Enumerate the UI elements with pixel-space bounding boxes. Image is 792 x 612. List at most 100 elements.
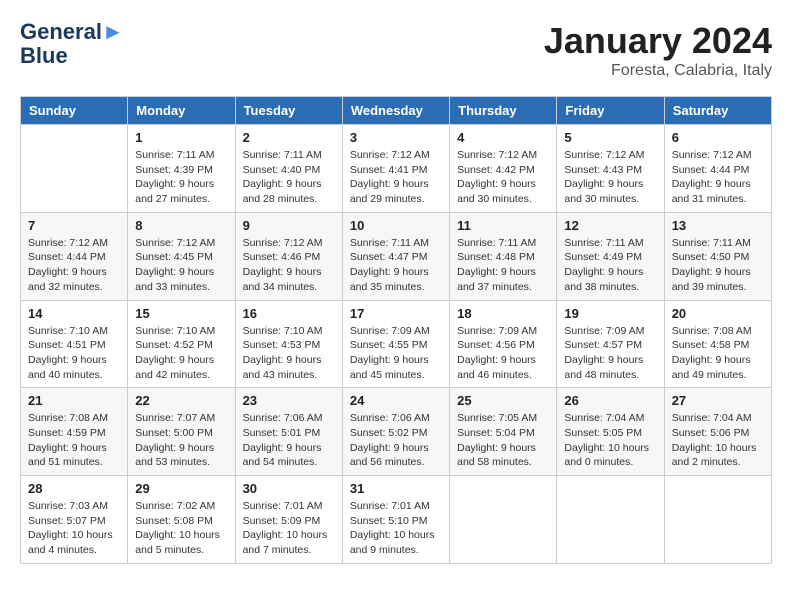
calendar-cell: 16 Sunrise: 7:10 AMSunset: 4:53 PMDayligh… [235,300,342,388]
calendar-cell: 30 Sunrise: 7:01 AMSunset: 5:09 PMDayligh… [235,476,342,564]
day-info: Sunrise: 7:11 AMSunset: 4:48 PMDaylight:… [457,236,549,295]
day-number: 3 [350,130,442,145]
calendar-week-row: 28 Sunrise: 7:03 AMSunset: 5:07 PMDayligh… [21,476,772,564]
day-info: Sunrise: 7:12 AMSunset: 4:41 PMDaylight:… [350,148,442,207]
day-info: Sunrise: 7:10 AMSunset: 4:52 PMDaylight:… [135,324,227,383]
day-info: Sunrise: 7:12 AMSunset: 4:46 PMDaylight:… [243,236,335,295]
logo-text: General►Blue [20,20,124,68]
day-info: Sunrise: 7:11 AMSunset: 4:40 PMDaylight:… [243,148,335,207]
day-number: 14 [28,306,120,321]
day-info: Sunrise: 7:08 AMSunset: 4:58 PMDaylight:… [672,324,764,383]
calendar-cell: 23Sunrise: 7:06 AMSunset: 5:01 PMDayligh… [235,388,342,476]
calendar-subtitle: Foresta, Calabria, Italy [544,62,772,80]
calendar-cell: 18 Sunrise: 7:09 AMSunset: 4:56 PMDayligh… [450,300,557,388]
day-number: 27 [672,393,764,408]
calendar-cell: 21Sunrise: 7:08 AMSunset: 4:59 PMDayligh… [21,388,128,476]
day-info: Sunrise: 7:06 AMSunset: 5:01 PMDaylight:… [243,411,335,470]
calendar-cell: 19 Sunrise: 7:09 AMSunset: 4:57 PMDayligh… [557,300,664,388]
calendar-cell: 3 Sunrise: 7:12 AMSunset: 4:41 PMDaylight… [342,125,449,213]
day-info: Sunrise: 7:12 AMSunset: 4:44 PMDaylight:… [672,148,764,207]
day-info: Sunrise: 7:11 AMSunset: 4:47 PMDaylight:… [350,236,442,295]
weekday-header: Saturday [664,97,771,125]
day-info: Sunrise: 7:11 AMSunset: 4:39 PMDaylight:… [135,148,227,207]
calendar-week-row: 7Sunrise: 7:12 AMSunset: 4:44 PMDaylight… [21,212,772,300]
day-info: Sunrise: 7:06 AMSunset: 5:02 PMDaylight:… [350,411,442,470]
weekday-row: SundayMondayTuesdayWednesdayThursdayFrid… [21,97,772,125]
day-info: Sunrise: 7:09 AMSunset: 4:55 PMDaylight:… [350,324,442,383]
calendar-cell: 6 Sunrise: 7:12 AMSunset: 4:44 PMDaylight… [664,125,771,213]
day-info: Sunrise: 7:09 AMSunset: 4:57 PMDaylight:… [564,324,656,383]
calendar-cell [664,476,771,564]
calendar-header: SundayMondayTuesdayWednesdayThursdayFrid… [21,97,772,125]
weekday-header: Monday [128,97,235,125]
calendar-cell [21,125,128,213]
page-header: General►Blue January 2024 Foresta, Calab… [20,20,772,80]
day-info: Sunrise: 7:03 AMSunset: 5:07 PMDaylight:… [28,499,120,558]
calendar-week-row: 14 Sunrise: 7:10 AMSunset: 4:51 PMDayligh… [21,300,772,388]
day-info: Sunrise: 7:10 AMSunset: 4:51 PMDaylight:… [28,324,120,383]
calendar-body: 1 Sunrise: 7:11 AMSunset: 4:39 PMDaylight… [21,125,772,564]
day-info: Sunrise: 7:09 AMSunset: 4:56 PMDaylight:… [457,324,549,383]
day-number: 21 [28,393,120,408]
day-number: 20 [672,306,764,321]
calendar-cell: 31 Sunrise: 7:01 AMSunset: 5:10 PMDayligh… [342,476,449,564]
calendar-title: January 2024 [544,20,772,62]
calendar-cell: 2Sunrise: 7:11 AMSunset: 4:40 PMDaylight… [235,125,342,213]
calendar-cell: 17 Sunrise: 7:09 AMSunset: 4:55 PMDayligh… [342,300,449,388]
day-info: Sunrise: 7:11 AMSunset: 4:49 PMDaylight:… [564,236,656,295]
calendar-week-row: 21Sunrise: 7:08 AMSunset: 4:59 PMDayligh… [21,388,772,476]
day-number: 31 [350,481,442,496]
logo: General►Blue [20,20,124,68]
calendar-cell: 12Sunrise: 7:11 AMSunset: 4:49 PMDayligh… [557,212,664,300]
calendar-cell: 15 Sunrise: 7:10 AMSunset: 4:52 PMDayligh… [128,300,235,388]
day-info: Sunrise: 7:01 AMSunset: 5:09 PMDaylight:… [243,499,335,558]
weekday-header: Wednesday [342,97,449,125]
day-number: 24 [350,393,442,408]
calendar-cell: 10 Sunrise: 7:11 AMSunset: 4:47 PMDayligh… [342,212,449,300]
day-number: 6 [672,130,764,145]
day-number: 18 [457,306,549,321]
calendar-cell: 4Sunrise: 7:12 AMSunset: 4:42 PMDaylight… [450,125,557,213]
calendar-cell: 26 Sunrise: 7:04 AMSunset: 5:05 PMDayligh… [557,388,664,476]
day-number: 9 [243,218,335,233]
day-number: 17 [350,306,442,321]
day-info: Sunrise: 7:04 AMSunset: 5:05 PMDaylight:… [564,411,656,470]
day-number: 5 [564,130,656,145]
calendar-week-row: 1 Sunrise: 7:11 AMSunset: 4:39 PMDaylight… [21,125,772,213]
day-info: Sunrise: 7:10 AMSunset: 4:53 PMDaylight:… [243,324,335,383]
day-number: 16 [243,306,335,321]
day-number: 11 [457,218,549,233]
title-block: January 2024 Foresta, Calabria, Italy [544,20,772,80]
day-info: Sunrise: 7:01 AMSunset: 5:10 PMDaylight:… [350,499,442,558]
weekday-header: Sunday [21,97,128,125]
calendar-cell: 7Sunrise: 7:12 AMSunset: 4:44 PMDaylight… [21,212,128,300]
day-number: 8 [135,218,227,233]
day-number: 30 [243,481,335,496]
calendar-cell: 22 Sunrise: 7:07 AMSunset: 5:00 PMDayligh… [128,388,235,476]
calendar-cell: 8 Sunrise: 7:12 AMSunset: 4:45 PMDaylight… [128,212,235,300]
calendar-cell [557,476,664,564]
calendar-cell: 14 Sunrise: 7:10 AMSunset: 4:51 PMDayligh… [21,300,128,388]
day-info: Sunrise: 7:04 AMSunset: 5:06 PMDaylight:… [672,411,764,470]
day-number: 1 [135,130,227,145]
weekday-header: Thursday [450,97,557,125]
day-number: 7 [28,218,120,233]
calendar-cell: 28 Sunrise: 7:03 AMSunset: 5:07 PMDayligh… [21,476,128,564]
calendar-cell: 11 Sunrise: 7:11 AMSunset: 4:48 PMDayligh… [450,212,557,300]
day-number: 19 [564,306,656,321]
day-info: Sunrise: 7:12 AMSunset: 4:45 PMDaylight:… [135,236,227,295]
calendar-cell: 29Sunrise: 7:02 AMSunset: 5:08 PMDayligh… [128,476,235,564]
day-number: 15 [135,306,227,321]
calendar-cell: 25Sunrise: 7:05 AMSunset: 5:04 PMDayligh… [450,388,557,476]
weekday-header: Friday [557,97,664,125]
day-number: 22 [135,393,227,408]
calendar-cell: 1 Sunrise: 7:11 AMSunset: 4:39 PMDaylight… [128,125,235,213]
calendar-cell: 24 Sunrise: 7:06 AMSunset: 5:02 PMDayligh… [342,388,449,476]
calendar-cell: 13Sunrise: 7:11 AMSunset: 4:50 PMDayligh… [664,212,771,300]
weekday-header: Tuesday [235,97,342,125]
day-number: 10 [350,218,442,233]
day-info: Sunrise: 7:12 AMSunset: 4:42 PMDaylight:… [457,148,549,207]
day-number: 28 [28,481,120,496]
day-number: 26 [564,393,656,408]
day-info: Sunrise: 7:07 AMSunset: 5:00 PMDaylight:… [135,411,227,470]
